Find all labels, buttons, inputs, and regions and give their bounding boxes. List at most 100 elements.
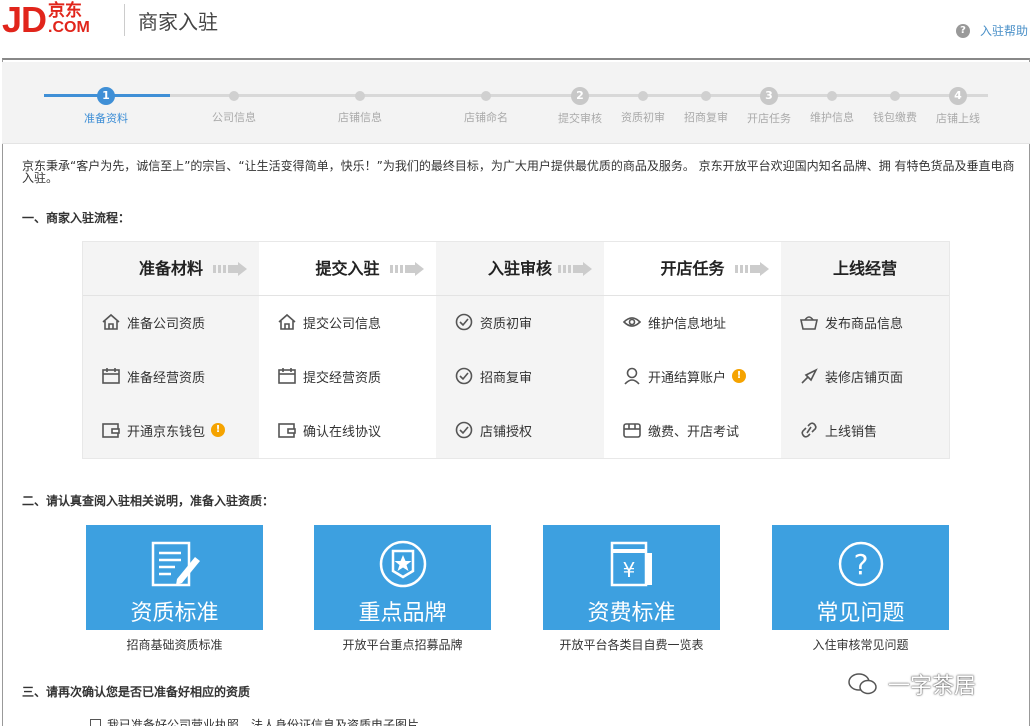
card-brands[interactable]: 重点品牌 <box>314 525 491 630</box>
process-item-label: 资质初审 <box>480 316 533 332</box>
jd-logo[interactable]: JD 京东 .COM <box>2 2 90 38</box>
process-item: 提交公司信息 <box>277 312 381 332</box>
process-item-label: 维护信息地址 <box>648 316 727 332</box>
step-dot <box>481 91 491 101</box>
process-item-label: 准备经营资质 <box>127 370 206 386</box>
help-link[interactable]: ? 入驻帮助 <box>955 22 1028 39</box>
process-arrow-icon <box>735 262 769 276</box>
process-item-label: 提交经营资质 <box>303 370 382 386</box>
progress-steps: 1 准备资料 公司信息 店铺信息 店铺命名 2 提交审核 资质初审 招商复审 3 开店任务 维护信息钱… <box>2 62 1030 144</box>
process-item: 缴费、开店考试 <box>622 420 739 440</box>
process-item-label: 发布商品信息 <box>825 316 904 332</box>
location-icon <box>622 313 642 331</box>
process-item: 开通结算账户! <box>622 366 747 386</box>
process-item: 提交经营资质 <box>277 366 381 386</box>
intro-text: 京东秉承“客户为先，诚信至上”的宗旨、“让生活变得简单，快乐！”为我们的最终目标… <box>22 159 1015 185</box>
card-title: 资费标准 <box>587 601 676 626</box>
process-item: 装修店铺页面 <box>799 366 903 386</box>
card-caption[interactable]: 开放平台重点招募品牌 <box>314 636 491 653</box>
process-item: 准备公司资质 <box>101 312 205 332</box>
step-label: 公司信息 <box>212 111 256 124</box>
process-item: 确认在线协议 <box>277 420 381 440</box>
step-dot <box>638 91 648 101</box>
process-item-label: 确认在线协议 <box>303 424 382 440</box>
person-icon <box>622 367 642 385</box>
store-icon <box>622 421 642 439</box>
process-arrow-icon <box>213 262 247 276</box>
step-label: 店铺信息 <box>338 111 382 124</box>
section-title-process: 一、商家入驻流程： <box>22 211 131 225</box>
process-item: 发布商品信息 <box>799 312 903 332</box>
help-icon: ? <box>955 23 970 38</box>
card-faq[interactable]: ? 常见问题 <box>772 525 949 630</box>
process-item: 上线销售 <box>799 420 877 440</box>
header-divider <box>124 4 125 36</box>
process-item-label: 店铺授权 <box>480 424 533 440</box>
calendar-icon <box>277 367 297 385</box>
step-dot <box>890 91 900 101</box>
confirm-checkbox[interactable] <box>90 719 101 726</box>
process-item: 开通京东钱包! <box>101 420 226 440</box>
star-badge-icon <box>379 540 426 588</box>
step-dot <box>355 91 365 101</box>
process-item: 招商复审 <box>454 366 532 386</box>
process-item-label: 装修店铺页面 <box>825 370 904 386</box>
section-title-docs: 二、请认真查阅入驻相关说明，准备入驻资质： <box>22 494 275 508</box>
process-arrow-icon <box>558 262 592 276</box>
watermark-text: 一字茶居 <box>888 674 977 699</box>
process-item-label: 缴费、开店考试 <box>648 424 740 440</box>
svg-text:¥: ¥ <box>622 558 635 582</box>
home-icon <box>277 313 297 331</box>
card-qualification[interactable]: 资质标准 <box>86 525 263 630</box>
wallet-icon <box>277 421 297 439</box>
card-caption[interactable]: 开放平台各类目自费一览表 <box>543 636 720 653</box>
help-label: 入驻帮助 <box>979 24 1028 38</box>
check-circle-icon <box>454 421 474 439</box>
step-2: 公司信息 <box>194 86 274 125</box>
process-column-head: 上线经营 <box>781 242 949 296</box>
process-item-label: 上线销售 <box>825 424 878 440</box>
document-edit-icon <box>151 541 200 587</box>
step-3: 店铺信息 <box>320 86 400 125</box>
question-icon: ? <box>838 541 883 587</box>
svg-text:?: ? <box>853 548 868 581</box>
check-circle-icon <box>454 367 474 385</box>
chat-bubble-icon <box>848 673 877 695</box>
step-number: 1 <box>97 87 115 105</box>
process-item: 准备经营资质 <box>101 366 205 386</box>
wallet-icon <box>101 421 121 439</box>
process-column: 上线经营发布商品信息 装修店铺页面 上线销售 <box>781 242 949 458</box>
logo-jd-text: JD <box>2 0 47 40</box>
check-circle-icon <box>454 313 474 331</box>
card-title: 资质标准 <box>130 601 219 626</box>
card-caption[interactable]: 入住审核常见问题 <box>772 636 949 653</box>
process-item-label: 准备公司资质 <box>127 316 206 332</box>
step-number: 3 <box>760 87 778 105</box>
yen-icon: ¥ <box>610 541 652 587</box>
process-item-label: 开通结算账户 <box>648 370 727 386</box>
process-item: 维护信息地址 <box>622 312 726 332</box>
process-item-label: 提交公司信息 <box>303 316 382 332</box>
step-4: 店铺命名 <box>446 86 526 125</box>
calendar-icon <box>101 367 121 385</box>
watermark: 一字茶居 <box>848 668 976 700</box>
confirm-label: 我已准备好公司营业执照、法人身份证信息及资质电子图片 <box>107 718 420 726</box>
step-dot <box>701 91 711 101</box>
process-item: 店铺授权 <box>454 420 532 440</box>
process-arrow-icon <box>390 262 424 276</box>
step-label: 店铺上线 <box>936 112 980 125</box>
header: JD 京东 .COM 商家入驻 ? 入驻帮助 <box>0 0 1034 58</box>
card-caption[interactable]: 招商基础资质标准 <box>86 636 263 653</box>
page-title: 商家入驻 <box>138 10 218 34</box>
logo-com-text: .COM <box>48 19 90 36</box>
card-title: 常见问题 <box>816 601 905 626</box>
step-label: 准备资料 <box>84 112 128 125</box>
step-number: 4 <box>949 87 967 105</box>
step-11: 4 店铺上线 <box>918 86 998 126</box>
warning-icon: ! <box>211 423 226 437</box>
card-fees[interactable]: ¥ 资费标准 <box>543 525 720 630</box>
warning-icon: ! <box>732 369 747 383</box>
process-item-label: 招商复审 <box>480 370 533 386</box>
confirm-row[interactable]: 我已准备好公司营业执照、法人身份证信息及资质电子图片 <box>90 716 419 726</box>
step-dot <box>827 91 837 101</box>
